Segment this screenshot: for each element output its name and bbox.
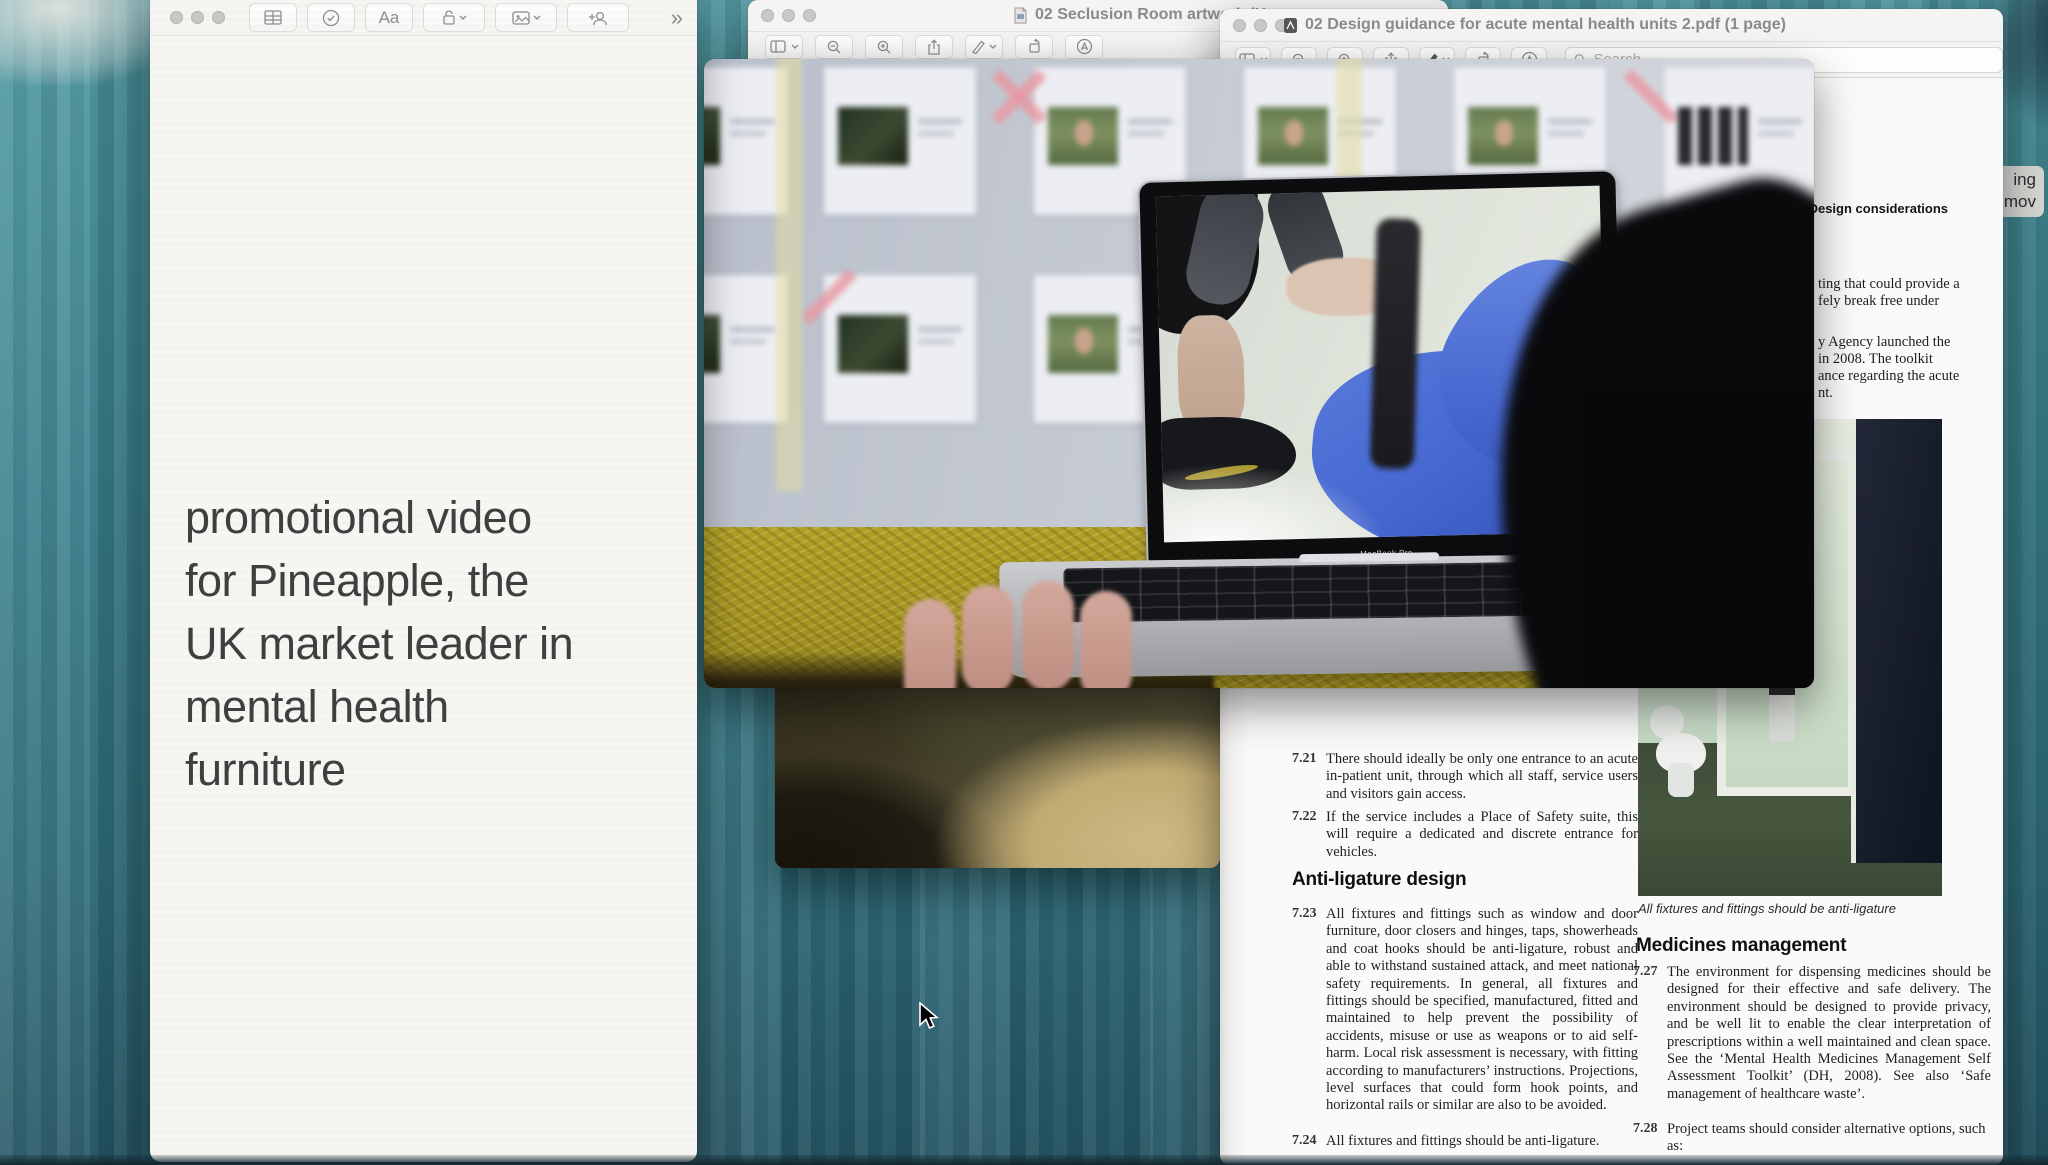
paragraph-number: 7.24 [1292, 1133, 1317, 1149]
document-icon [1013, 7, 1028, 24]
chevron-down-icon [533, 15, 541, 21]
paragraph-number: 7.22 [1292, 809, 1317, 825]
window-controls [1220, 19, 1288, 32]
wallpaper-bottom-shadow [0, 1155, 2048, 1165]
markup-pen-icon [971, 39, 986, 54]
chevron-down-icon [989, 44, 997, 50]
pdf-paragraph: There should ideally be only one entranc… [1326, 751, 1638, 803]
share-icon [927, 39, 941, 55]
window-controls [748, 9, 816, 22]
photo-detail [1650, 705, 1706, 783]
overflow-chevrons[interactable]: » [671, 7, 683, 29]
promo-video-window[interactable]: MacBook Pro [704, 59, 1814, 688]
note-line: for Pineapple, the [185, 549, 665, 612]
annotate-icon [1076, 38, 1093, 55]
foreground-silhouette [1584, 389, 1814, 688]
pdf-text-fragment: in 2008. The toolkit [1818, 351, 1933, 368]
pdf-titlebar[interactable]: 02 Design guidance for acute mental heal… [1220, 9, 2003, 42]
close-button[interactable] [170, 11, 183, 24]
chevron-down-icon [791, 44, 799, 50]
pdf-paragraph: The environment for dispensing medicines… [1667, 964, 1991, 1103]
checklist-icon [322, 9, 340, 27]
note-text[interactable]: promotional video for Pineapple, the UK … [185, 486, 665, 801]
pdf-heading: Medicines management [1636, 935, 1846, 957]
lock-button[interactable] [423, 3, 485, 32]
pdf-paragraph: All fixtures and fittings should be anti… [1326, 1133, 1638, 1150]
window-title-text: 02 Design guidance for acute mental heal… [1305, 16, 1786, 34]
zoom-button[interactable] [803, 9, 816, 22]
share-button[interactable] [915, 35, 953, 59]
window-controls [150, 11, 225, 24]
photo-caption: All fixtures and fittings should be anti… [1638, 901, 1896, 916]
pdf-paragraph: Project teams should consider alternativ… [1667, 1121, 1991, 1156]
rotate-button[interactable] [1015, 35, 1053, 59]
pdf-text-fragment: y Agency launched the [1818, 334, 1950, 351]
note-line: furniture [185, 738, 665, 801]
chevron-down-icon [459, 15, 467, 21]
paragraph-number: 7.21 [1292, 751, 1317, 767]
mouse-cursor [918, 1002, 940, 1037]
pdf-text-fragment: fely break free under [1818, 293, 1939, 310]
text-style-label: Aa [379, 8, 400, 28]
pdf-paragraph: If the service includes a Place of Safet… [1326, 809, 1638, 861]
laptop-latch [1299, 552, 1439, 562]
lock-icon [442, 9, 456, 26]
pdf-heading: Anti-ligature design [1292, 869, 1466, 891]
foreground-hand [904, 599, 1134, 688]
media-button[interactable] [495, 3, 557, 32]
storyboard-sheet [824, 67, 976, 215]
note-line: promotional video [185, 486, 665, 549]
paragraph-number: 7.28 [1633, 1121, 1658, 1137]
arrow-cursor-icon [918, 1002, 940, 1032]
notes-toolbar: Aa » [150, 0, 697, 36]
tape-strip [776, 59, 802, 491]
pdf-text-fragment: ance regarding the acute [1818, 368, 1959, 385]
table-icon [264, 10, 282, 25]
close-button[interactable] [1233, 19, 1246, 32]
storyboard-sheet [824, 275, 976, 423]
notes-toolbar-buttons: Aa [249, 3, 629, 32]
sidebar-view-button[interactable] [765, 35, 803, 59]
note-line: mental health [185, 675, 665, 738]
text-style-button[interactable]: Aa [365, 3, 413, 32]
notes-window: Aa » promotional video for Pineapple, th… [150, 0, 697, 1162]
table-button[interactable] [249, 3, 297, 32]
pdf-text-fragment: nt. [1818, 385, 1833, 402]
add-person-icon [588, 10, 608, 26]
zoom-out-button[interactable] [815, 35, 853, 59]
desktop: ing mov 02 Seclusion Room artwork (H [0, 0, 2048, 1165]
paragraph-number: 7.23 [1292, 906, 1317, 922]
zoom-in-icon [876, 39, 892, 55]
photo-detail [1851, 419, 1942, 863]
close-button[interactable] [761, 9, 774, 22]
minimize-button[interactable] [1254, 19, 1267, 32]
note-line: UK market leader in [185, 612, 665, 675]
paragraph-number: 7.27 [1633, 964, 1658, 980]
media-icon [512, 11, 530, 25]
rotate-left-icon [1026, 39, 1043, 54]
minimize-button[interactable] [782, 9, 795, 22]
sidebar-icon [770, 40, 788, 54]
zoom-in-button[interactable] [865, 35, 903, 59]
minimize-button[interactable] [191, 11, 204, 24]
pdf-paragraph: All fixtures and fittings such as window… [1326, 906, 1638, 1115]
markup-button[interactable] [965, 35, 1003, 59]
photo-detail [1769, 686, 1795, 742]
annotate-button[interactable] [1065, 35, 1103, 59]
zoom-button[interactable] [212, 11, 225, 24]
section-header: 7 Design considerations [1798, 201, 1948, 216]
zoom-out-icon [826, 39, 842, 55]
checklist-button[interactable] [307, 3, 355, 32]
pdf-text-fragment: ting that could provide a [1818, 276, 1960, 293]
pdf-file-icon [1283, 17, 1298, 34]
collaborate-button[interactable] [567, 3, 629, 32]
window-title: 02 Design guidance for acute mental heal… [1283, 16, 1786, 34]
